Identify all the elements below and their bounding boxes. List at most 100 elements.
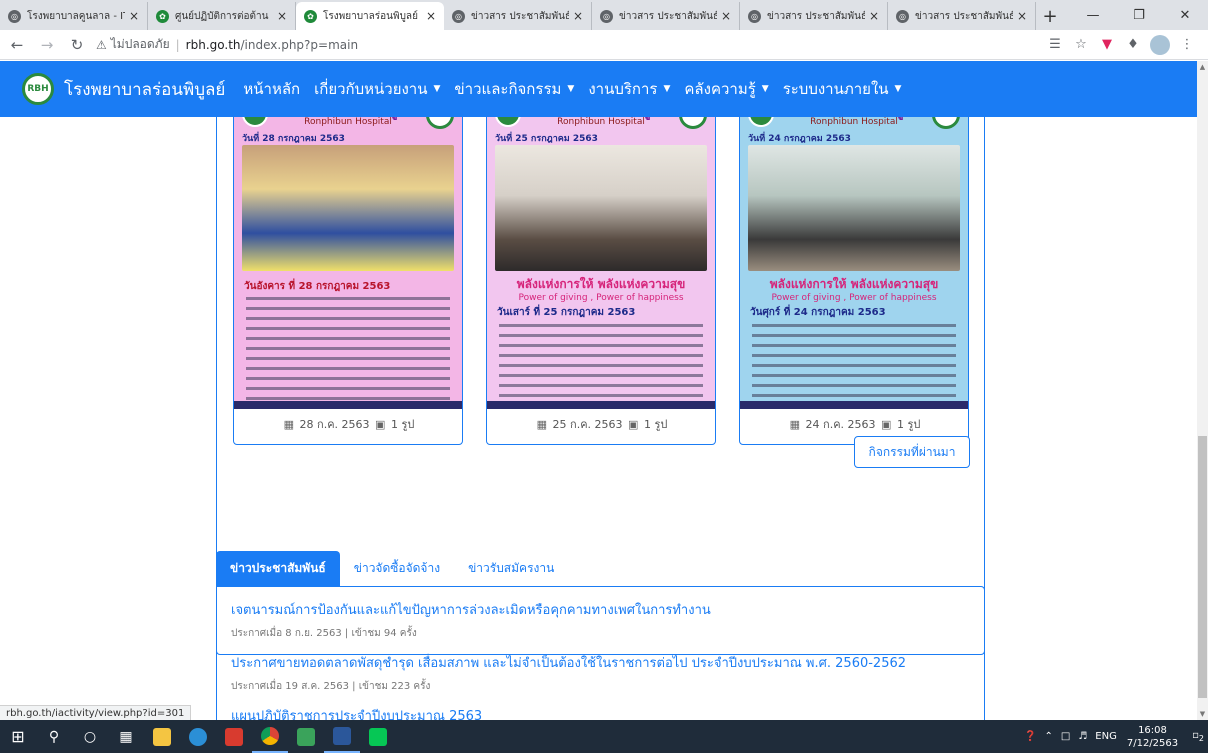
search-icon[interactable]: ⚲ <box>36 720 72 753</box>
caret-down-icon: ▼ <box>663 84 671 94</box>
close-tab-icon[interactable]: × <box>426 9 436 23</box>
browser-tab[interactable]: ◎ ข่าวสาร ประชาสัมพันธ์ × <box>888 2 1036 30</box>
bookmark-star-icon[interactable]: ☆ <box>1068 32 1094 58</box>
poster-slogan-en: Power of giving , Power of happiness <box>518 293 684 303</box>
site-brand[interactable]: โรงพยาบาลร่อนพิบูลย์ <box>64 76 225 103</box>
file-explorer-icon[interactable] <box>144 720 180 753</box>
browser-tab[interactable]: ✿ โรงพยาบาลร่อนพิบูลย์ × <box>296 2 444 30</box>
browser-tab[interactable]: ◎ โรงพยาบาลคูนลาล - IT × <box>0 2 148 30</box>
tab-procurement[interactable]: ข่าวจัดซื้อจัดจ้าง <box>340 551 454 586</box>
page-scrollbar[interactable]: ▲ ▼ <box>1197 61 1208 720</box>
address-bar: ← → ↻ ⚠ ไม่ปลอดภัย | rbh.go.th/index.php… <box>0 30 1208 60</box>
extensions-puzzle-icon[interactable]: ♦ <box>1120 32 1146 58</box>
windows-start-icon[interactable]: ⊞ <box>0 720 36 753</box>
nav-item[interactable]: ระบบงานภายใน ▼ <box>783 77 902 101</box>
past-activities-button[interactable]: กิจกรรมที่ผ่านมา <box>854 436 970 468</box>
restore-icon[interactable]: ❐ <box>1116 0 1162 30</box>
news-tabs: ข่าวประชาสัมพันธ์ ข่าวจัดซื้อจัดจ้าง ข่า… <box>216 551 568 586</box>
browser-tab-title: ข่าวสาร ประชาสัมพันธ์ <box>767 10 865 22</box>
list-item: เจตนารมณ์การป้องกันและแก้ไขปัญหาการล่วงล… <box>231 599 970 641</box>
line-app-icon[interactable] <box>360 720 396 753</box>
chevron-up-icon[interactable]: ⌃ <box>1044 731 1052 742</box>
nav-item-label: คลังความรู้ <box>684 80 756 98</box>
extensions-area: ☰ ☆ ▼ ♦ ⋮ <box>1042 32 1200 58</box>
scroll-up-icon[interactable]: ▲ <box>1198 63 1207 71</box>
close-tab-icon[interactable]: × <box>721 9 731 23</box>
poster-date: วันที่ 28 กรกฎาคม 2563 <box>242 134 345 144</box>
chrome-icon[interactable] <box>252 720 288 753</box>
word-icon[interactable] <box>324 720 360 753</box>
scrollbar-thumb[interactable] <box>1198 436 1207 698</box>
nav-item[interactable]: เกี่ยวกับหน่วยงาน ▼ <box>314 77 440 101</box>
news-title-link[interactable]: เจตนารมณ์การป้องกันและแก้ไขปัญหาการล่วงล… <box>231 599 970 620</box>
nav-item[interactable]: งานบริการ ▼ <box>588 77 670 101</box>
activity-card[interactable]: โรงพยาบาลร่อนพิบูลย์Ronphibun HospitalRB… <box>233 117 463 445</box>
close-tab-icon[interactable]: × <box>573 9 583 23</box>
browser-tab[interactable]: ◎ ข่าวสาร ประชาสัมพันธ์ × <box>740 2 888 30</box>
list-item: ประกาศขายทอดตลาดพัสดุชำรุด เสื่อมสภาพ แล… <box>231 652 970 694</box>
warning-icon[interactable]: ⚠ <box>96 38 107 52</box>
pocket-icon[interactable]: ▼ <box>1094 32 1120 58</box>
tab-recruitment[interactable]: ข่าวรับสมัครงาน <box>454 551 568 586</box>
poster-date: วันที่ 24 กรกฎาคม 2563 <box>748 134 851 144</box>
task-view-icon[interactable]: ▦ <box>108 720 144 753</box>
browser-tab-title: ข่าวสาร ประชาสัมพันธ์ <box>471 10 569 22</box>
news-title-link[interactable]: แผนปฏิบัติราชการประจำปีงบประมาณ 2563 <box>231 705 970 720</box>
network-icon[interactable]: □ <box>1061 731 1070 742</box>
language-indicator[interactable]: ENG <box>1095 731 1117 742</box>
menu-kebab-icon[interactable]: ⋮ <box>1174 32 1200 58</box>
scroll-down-icon[interactable]: ▼ <box>1198 710 1207 718</box>
poster-footer <box>234 401 462 409</box>
list-item: แผนปฏิบัติราชการประจำปีงบประมาณ 2563 <box>231 705 970 720</box>
profile-avatar[interactable] <box>1150 34 1170 55</box>
minimize-icon[interactable]: — <box>1070 0 1116 30</box>
calendar-icon: ▦ <box>536 418 548 431</box>
forward-icon[interactable]: → <box>34 32 60 58</box>
close-tab-icon[interactable]: × <box>129 9 139 23</box>
browser-tab[interactable]: ◎ ข่าวสาร ประชาสัมพันธ์ × <box>592 2 740 30</box>
clock[interactable]: 16:08 7/12/2563 <box>1127 724 1178 750</box>
activity-photo <box>495 145 707 271</box>
notification-icon[interactable]: ▫2 <box>1192 730 1204 743</box>
close-window-icon[interactable]: ✕ <box>1162 0 1208 30</box>
browser-tab-title: โรงพยาบาลคูนลาล - IT <box>27 10 125 22</box>
nav-item-label: ข่าวและกิจกรรม <box>454 80 562 98</box>
nav-item-label: ระบบงานภายใน <box>782 80 889 98</box>
card-photo-count: 1 รูป <box>390 418 415 431</box>
url-separator: | <box>175 37 180 52</box>
reload-icon[interactable]: ↻ <box>64 32 90 58</box>
nav-item[interactable]: หน้าหลัก <box>243 77 300 101</box>
help-icon[interactable]: ❓ <box>1024 731 1036 742</box>
caret-down-icon: ▼ <box>894 84 902 94</box>
new-tab-button[interactable]: + <box>1036 2 1064 30</box>
translate-icon[interactable]: ☰ <box>1042 32 1068 58</box>
volume-icon[interactable]: ♬ <box>1078 731 1087 742</box>
url-field[interactable]: ⚠ ไม่ปลอดภัย | rbh.go.th/index.php?p=mai… <box>96 33 1042 57</box>
news-title-link[interactable]: ประกาศขายทอดตลาดพัสดุชำรุด เสื่อมสภาพ แล… <box>231 652 970 673</box>
activity-card[interactable]: โรงพยาบาลร่อนพิบูลย์Ronphibun HospitalRB… <box>739 117 969 445</box>
browser-tab[interactable]: ◎ ข่าวสาร ประชาสัมพันธ์ × <box>444 2 592 30</box>
close-tab-icon[interactable]: × <box>1017 9 1027 23</box>
calendar-icon: ▦ <box>283 418 295 431</box>
paint-app-icon[interactable] <box>288 720 324 753</box>
nav-item[interactable]: คลังความรู้ ▼ <box>684 77 768 101</box>
tab-public-relations[interactable]: ข่าวประชาสัมพันธ์ <box>216 551 340 586</box>
activity-poster: โรงพยาบาลร่อนพิบูลย์Ronphibun HospitalRB… <box>740 117 968 409</box>
edge-icon[interactable] <box>180 720 216 753</box>
activity-card[interactable]: โรงพยาบาลร่อนพิบูลย์Ronphibun HospitalRB… <box>486 117 716 445</box>
close-tab-icon[interactable]: × <box>277 9 287 23</box>
camera-icon: ▣ <box>628 418 639 431</box>
nav-item[interactable]: ข่าวและกิจกรรม ▼ <box>454 77 574 101</box>
image-app-icon[interactable] <box>216 720 252 753</box>
camera-icon: ▣ <box>375 418 386 431</box>
browser-tab[interactable]: ✿ ศูนย์ปฏิบัติการต่อต้าน × <box>148 2 296 30</box>
back-icon[interactable]: ← <box>4 32 30 58</box>
hospital-logo[interactable]: RBH <box>22 73 54 105</box>
cortana-icon[interactable]: ○ <box>72 720 108 753</box>
globe-icon: ◎ <box>452 9 465 23</box>
activity-photo <box>748 145 960 271</box>
card-meta: ▦ 24 ก.ค. 2563 ▣ 1 รูป <box>740 415 968 433</box>
globe-icon: ◎ <box>748 9 761 23</box>
clock-date: 7/12/2563 <box>1126 737 1179 749</box>
close-tab-icon[interactable]: × <box>869 9 879 23</box>
